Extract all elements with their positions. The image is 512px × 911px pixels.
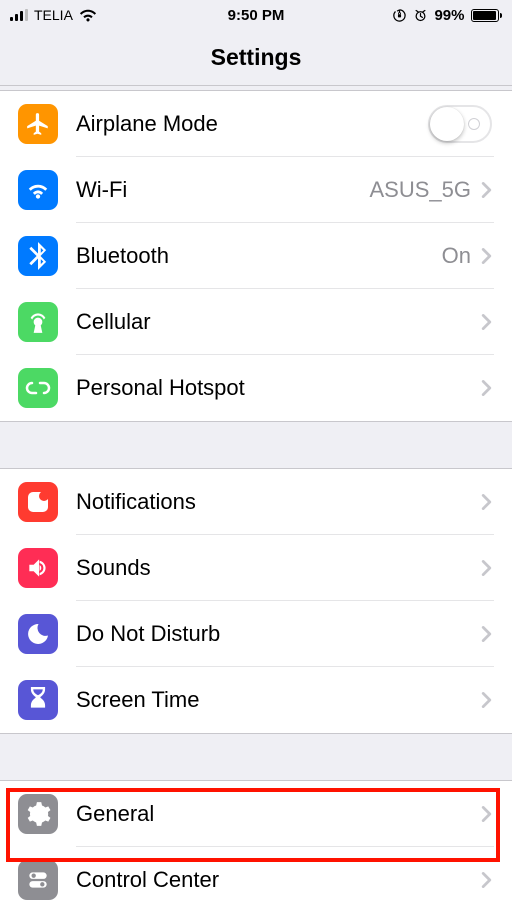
airplane-icon — [18, 104, 58, 144]
chevron-right-icon — [481, 493, 492, 511]
row-label: Screen Time — [76, 687, 200, 713]
row-sounds[interactable]: Sounds — [0, 535, 512, 601]
row-label: Airplane Mode — [76, 111, 218, 137]
row-do-not-disturb[interactable]: Do Not Disturb — [0, 601, 512, 667]
row-label: Notifications — [76, 489, 196, 515]
row-cellular[interactable]: Cellular — [0, 289, 512, 355]
alarm-icon — [413, 8, 428, 23]
row-label: Sounds — [76, 555, 151, 581]
chevron-right-icon — [481, 559, 492, 577]
settings-group-system: General Control Center — [0, 780, 512, 911]
rotation-lock-icon — [392, 8, 407, 23]
row-general[interactable]: General — [0, 781, 512, 847]
wifi-settings-icon — [18, 170, 58, 210]
chevron-right-icon — [481, 313, 492, 331]
gear-icon — [18, 794, 58, 834]
chevron-right-icon — [481, 805, 492, 823]
chevron-right-icon — [481, 691, 492, 709]
status-bar: TELIA 9:50 PM 99% — [0, 0, 512, 30]
airplane-toggle[interactable] — [428, 105, 492, 143]
control-center-icon — [18, 860, 58, 900]
notifications-icon — [18, 482, 58, 522]
sounds-icon — [18, 548, 58, 588]
hourglass-icon — [18, 680, 58, 720]
row-bluetooth[interactable]: Bluetooth On — [0, 223, 512, 289]
chevron-right-icon — [481, 247, 492, 265]
row-label: Bluetooth — [76, 243, 169, 269]
cellular-signal-icon — [10, 9, 28, 21]
battery-percent: 99% — [434, 7, 464, 24]
carrier-label: TELIA — [34, 7, 73, 23]
row-wifi[interactable]: Wi-Fi ASUS_5G — [0, 157, 512, 223]
status-time: 9:50 PM — [228, 7, 285, 24]
battery-icon — [471, 9, 503, 22]
row-airplane-mode[interactable]: Airplane Mode — [0, 91, 512, 157]
row-label: Do Not Disturb — [76, 621, 220, 647]
row-label: Personal Hotspot — [76, 375, 245, 401]
row-label: Cellular — [76, 309, 151, 335]
chevron-right-icon — [481, 379, 492, 397]
bluetooth-value: On — [442, 243, 471, 269]
settings-group-alerts: Notifications Sounds Do Not Di — [0, 468, 512, 734]
row-label: Control Center — [76, 867, 219, 893]
row-label: General — [76, 801, 154, 827]
chevron-right-icon — [481, 871, 492, 889]
chevron-right-icon — [481, 181, 492, 199]
moon-icon — [18, 614, 58, 654]
page-title: Settings — [0, 30, 512, 86]
row-notifications[interactable]: Notifications — [0, 469, 512, 535]
row-control-center[interactable]: Control Center — [0, 847, 512, 911]
wifi-icon — [79, 9, 97, 22]
chevron-right-icon — [481, 625, 492, 643]
row-screen-time[interactable]: Screen Time — [0, 667, 512, 733]
wifi-network-value: ASUS_5G — [370, 177, 472, 203]
cellular-icon — [18, 302, 58, 342]
hotspot-icon — [18, 368, 58, 408]
bluetooth-icon — [18, 236, 58, 276]
row-personal-hotspot[interactable]: Personal Hotspot — [0, 355, 512, 421]
settings-group-connectivity: Airplane Mode Wi-Fi ASUS_5G — [0, 90, 512, 422]
row-label: Wi-Fi — [76, 177, 127, 203]
